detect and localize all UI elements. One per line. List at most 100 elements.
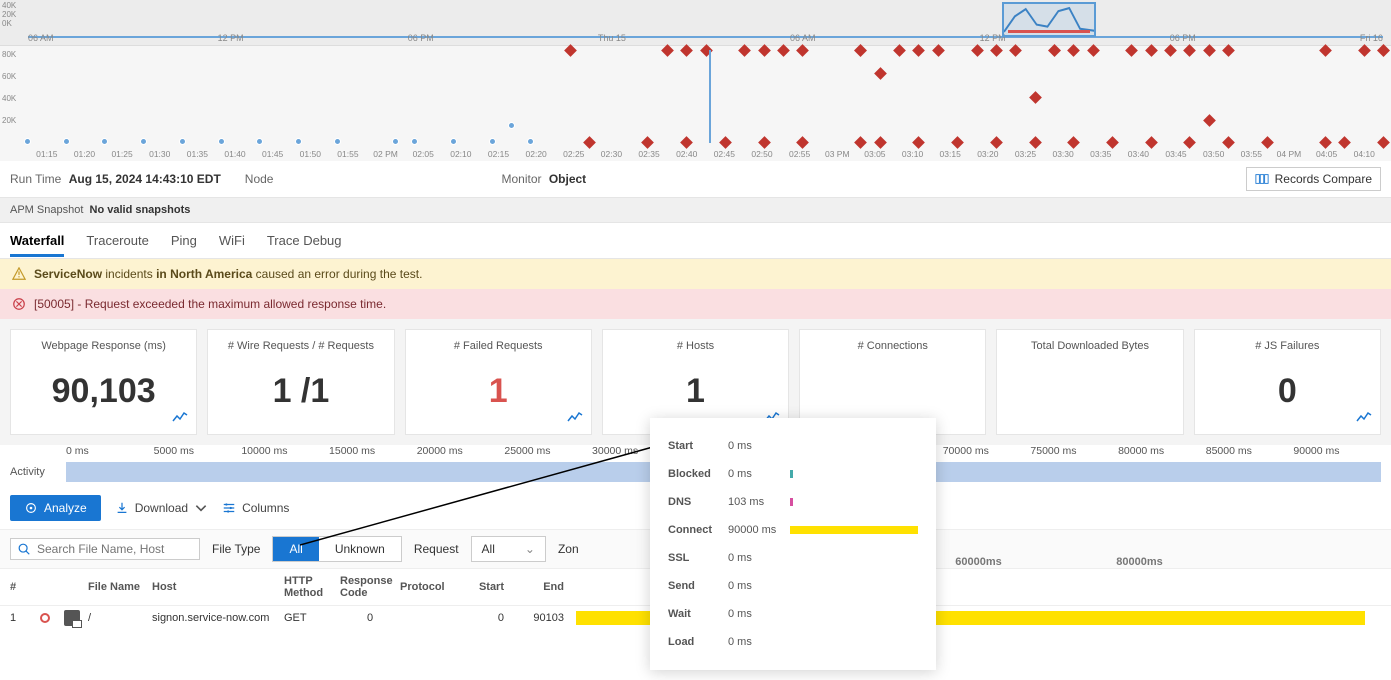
failure-point[interactable] [1184, 44, 1197, 57]
success-point[interactable] [295, 138, 302, 145]
card-title: # Hosts [615, 340, 776, 368]
metric-card: # Wire Requests / # Requests1 /1 [207, 329, 394, 435]
tabs: Waterfall Traceroute Ping WiFi Trace Debug [0, 223, 1391, 259]
success-point[interactable] [24, 138, 31, 145]
success-point[interactable] [411, 138, 418, 145]
filetype-label: File Type [212, 542, 260, 556]
failure-point[interactable] [1319, 136, 1332, 149]
success-point[interactable] [218, 138, 225, 145]
failure-point[interactable] [854, 44, 867, 57]
failure-point[interactable] [1067, 136, 1080, 149]
success-point[interactable] [508, 122, 515, 129]
failure-point[interactable] [680, 44, 693, 57]
failure-point[interactable] [758, 44, 771, 57]
card-trend-button[interactable] [1356, 409, 1372, 428]
failure-point[interactable] [1261, 136, 1274, 149]
failure-point[interactable] [661, 44, 674, 57]
search-icon [17, 542, 31, 556]
failure-point[interactable] [854, 136, 867, 149]
tab-trace-debug[interactable]: Trace Debug [267, 225, 342, 256]
card-title: Total Downloaded Bytes [1009, 340, 1170, 368]
failure-point[interactable] [932, 44, 945, 57]
failure-point[interactable] [1377, 136, 1390, 149]
failure-point[interactable] [913, 44, 926, 57]
analyze-button[interactable]: Analyze [10, 495, 101, 521]
search-input-wrap[interactable] [10, 538, 200, 560]
chevron-down-icon [194, 501, 208, 515]
failure-point[interactable] [738, 44, 751, 57]
failure-point[interactable] [1319, 44, 1332, 57]
failure-point[interactable] [1087, 44, 1100, 57]
failure-point[interactable] [1164, 44, 1177, 57]
success-point[interactable] [179, 138, 186, 145]
tooltip-row: DNS103 ms [668, 488, 918, 516]
detail-chart[interactable]: 80K 60K 40K 20K 01:1501:2001:2501:3001:3… [0, 46, 1391, 161]
meta-bar: Run Time Aug 15, 2024 14:43:10 EDT Node … [0, 161, 1391, 198]
tab-waterfall[interactable]: Waterfall [10, 225, 64, 257]
failure-point[interactable] [564, 44, 577, 57]
failure-point[interactable] [990, 44, 1003, 57]
card-trend-button[interactable] [567, 409, 583, 428]
failure-point[interactable] [874, 67, 887, 80]
failure-point[interactable] [874, 136, 887, 149]
failure-point[interactable] [1009, 44, 1022, 57]
search-input[interactable] [37, 542, 193, 556]
error-icon [12, 297, 26, 311]
failure-point[interactable] [758, 136, 771, 149]
request-select[interactable]: All⌄ [471, 536, 546, 562]
failure-point[interactable] [796, 136, 809, 149]
failure-point[interactable] [990, 136, 1003, 149]
failure-point[interactable] [1145, 136, 1158, 149]
failure-point[interactable] [1029, 136, 1042, 149]
failure-point[interactable] [1029, 91, 1042, 104]
filetype-all[interactable]: All [273, 537, 318, 561]
failure-point[interactable] [893, 44, 906, 57]
success-point[interactable] [450, 138, 457, 145]
failure-point[interactable] [1203, 44, 1216, 57]
failure-point[interactable] [777, 44, 790, 57]
failure-point[interactable] [1106, 136, 1119, 149]
brush-error-underline [1008, 30, 1091, 33]
overview-brush-selection[interactable] [1002, 2, 1097, 37]
card-trend-button[interactable] [172, 409, 188, 428]
failure-point[interactable] [583, 136, 596, 149]
success-point[interactable] [63, 138, 70, 145]
failure-point[interactable] [796, 44, 809, 57]
failure-point[interactable] [1184, 136, 1197, 149]
failure-point[interactable] [642, 136, 655, 149]
failure-point[interactable] [1222, 136, 1235, 149]
row-error-icon [40, 613, 50, 623]
records-compare-button[interactable]: Records Compare [1246, 167, 1381, 191]
success-point[interactable] [140, 138, 147, 145]
columns-button[interactable]: Columns [222, 501, 289, 515]
failure-point[interactable] [1338, 136, 1351, 149]
success-point[interactable] [334, 138, 341, 145]
card-value: 1 /1 [220, 372, 381, 411]
failure-point[interactable] [680, 136, 693, 149]
success-point[interactable] [101, 138, 108, 145]
tab-wifi[interactable]: WiFi [219, 225, 245, 256]
download-button[interactable]: Download [115, 501, 208, 515]
failure-point[interactable] [1067, 44, 1080, 57]
failure-point[interactable] [971, 44, 984, 57]
failure-point[interactable] [1377, 44, 1390, 57]
failure-point[interactable] [1125, 44, 1138, 57]
overview-chart[interactable]: 40K 20K 0K 06 AM12 PM06 PMThu 1506 AM12 … [0, 0, 1391, 46]
failure-point[interactable] [1358, 44, 1371, 57]
success-point[interactable] [527, 138, 534, 145]
failure-point[interactable] [951, 136, 964, 149]
failure-point[interactable] [913, 136, 926, 149]
filetype-unknown[interactable]: Unknown [319, 537, 401, 561]
failure-point[interactable] [1145, 44, 1158, 57]
failure-point[interactable] [1203, 114, 1216, 127]
tab-traceroute[interactable]: Traceroute [86, 225, 148, 256]
failure-point[interactable] [719, 136, 732, 149]
tab-ping[interactable]: Ping [171, 225, 197, 256]
request-label: Request [414, 542, 459, 556]
success-point[interactable] [392, 138, 399, 145]
tooltip-row: Start0 ms [668, 432, 918, 460]
failure-point[interactable] [1048, 44, 1061, 57]
success-point[interactable] [256, 138, 263, 145]
failure-point[interactable] [1222, 44, 1235, 57]
success-point[interactable] [489, 138, 496, 145]
